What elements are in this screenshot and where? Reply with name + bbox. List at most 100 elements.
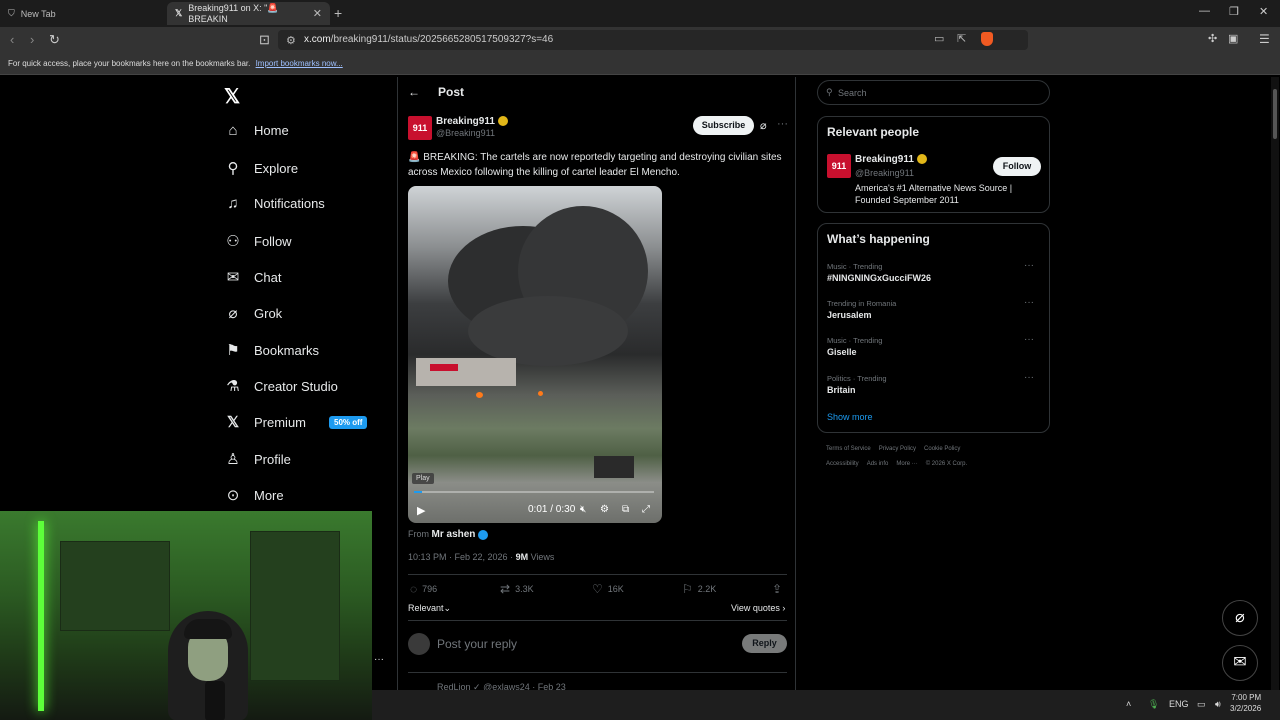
video-player[interactable]: Play ▶ 0:01 / 0:30 🔇︎ ⚙ ⧉ ⤢	[408, 186, 662, 523]
follow-button[interactable]: Follow	[993, 157, 1041, 176]
microphone-icon[interactable]: 🎙︎	[1148, 699, 1159, 710]
network-icon[interactable]: ▭	[1197, 699, 1206, 710]
nav-creator-studio[interactable]: ⚗ Creator Studio	[225, 377, 338, 395]
site-info-icon[interactable]: ⚙	[286, 34, 296, 47]
nav-bookmarks[interactable]: ⚑ Bookmarks	[225, 341, 319, 359]
close-window-icon[interactable]: ✕	[1259, 5, 1268, 18]
nav-notifications[interactable]: ♫ Notifications	[225, 195, 324, 212]
nav-chat[interactable]: ✉ Chat	[225, 268, 282, 286]
account-more-icon[interactable]: ···	[374, 654, 384, 665]
import-bookmarks-link[interactable]: Import bookmarks now...	[256, 59, 343, 68]
settings-icon[interactable]: ⚙	[600, 504, 609, 515]
mute-icon[interactable]: 🔇︎	[580, 504, 586, 515]
restore-icon[interactable]: ❐	[1229, 5, 1239, 18]
nav-follow[interactable]: ⚇ Follow	[225, 232, 292, 250]
view-quotes-label: View quotes	[731, 603, 780, 613]
source-name[interactable]: Mr ashen	[432, 529, 476, 540]
view-quotes-link[interactable]: View quotes ›	[731, 603, 785, 613]
main-column: ← Post 911 Breaking911 @Breaking911 Subs…	[397, 77, 796, 690]
footer-link[interactable]: Privacy Policy	[879, 446, 916, 452]
reader-mode-icon[interactable]: ▭	[934, 32, 944, 45]
tab-breaking911[interactable]: 𝕏 Breaking911 on X: "🚨 BREAKIN ✕	[167, 2, 330, 25]
taskbar-clock[interactable]: 7:00 PM 3/2/2026	[1230, 692, 1261, 714]
search-input[interactable]: ⚲ Search	[817, 80, 1050, 105]
author-handle[interactable]: @Breaking911	[436, 128, 495, 138]
person-name[interactable]: Breaking911	[855, 154, 927, 165]
fullscreen-icon[interactable]: ⤢	[642, 504, 650, 515]
back-icon[interactable]: ‹	[10, 32, 14, 47]
x-logo-icon[interactable]: 𝕏	[224, 84, 240, 109]
author-avatar[interactable]: 911	[408, 116, 432, 140]
menu-icon[interactable]: ☰	[1259, 32, 1270, 46]
bookmark-page-icon[interactable]: ⊡	[259, 32, 270, 48]
footer-link[interactable]: Ads info	[867, 461, 889, 467]
nav-profile[interactable]: ♙ Profile	[225, 450, 291, 468]
person-handle[interactable]: @Breaking911	[855, 168, 914, 178]
page-scrollbar[interactable]	[1271, 77, 1279, 690]
extensions-icon[interactable]: ✣	[1208, 32, 1217, 45]
grok-float-button[interactable]: ⌀	[1222, 600, 1258, 636]
browser-tab-bar: ⛉ New Tab 𝕏 Breaking911 on X: "🚨 BREAKIN…	[0, 0, 1280, 27]
close-tab-icon[interactable]: ✕	[313, 7, 322, 20]
footer-link[interactable]: Accessibility	[826, 461, 859, 467]
webcam-overlay	[0, 511, 372, 720]
trend-item[interactable]: Trending in Romania Jerusalem	[827, 299, 896, 320]
trend-item[interactable]: Music · Trending Giselle	[827, 336, 882, 357]
tab-new-tab[interactable]: ⛉ New Tab	[0, 2, 165, 25]
tray-chevron-icon[interactable]: ˄	[1126, 699, 1131, 709]
trend-item[interactable]: Music · Trending #NINGNINGxGucciFW26	[827, 262, 931, 283]
trend-more-icon[interactable]: ···	[1024, 372, 1034, 383]
card-title: Relevant people	[827, 125, 920, 139]
video-progress-bar[interactable]	[414, 491, 654, 493]
reply-input[interactable]: Post your reply	[437, 637, 517, 651]
nav-grok[interactable]: ⌀ Grok	[225, 304, 282, 322]
like-button[interactable]: ♡ 16K	[592, 582, 624, 596]
x-logo-icon: 𝕏	[175, 8, 183, 18]
reply-button[interactable]: Reply	[742, 634, 787, 653]
volume-icon[interactable]: 🔊︎	[1215, 699, 1221, 710]
webcam-cabinet	[60, 541, 170, 631]
new-tab-button[interactable]: +	[334, 5, 342, 21]
nav-explore[interactable]: ⚲ Explore	[225, 159, 299, 177]
repost-button[interactable]: ⇄ 3.3K	[500, 582, 534, 596]
nav-label: Follow	[254, 233, 292, 249]
more-circle-icon: ⊙	[226, 487, 240, 504]
footer-link[interactable]: Cookie Policy	[924, 446, 960, 452]
forward-icon[interactable]: ›	[30, 32, 34, 47]
person-avatar[interactable]: 911	[827, 154, 851, 178]
minimize-icon[interactable]: —	[1199, 5, 1210, 17]
author-name[interactable]: Breaking911	[436, 116, 508, 127]
next-reply-preview[interactable]: RedLion ✓ @exlaws24 · Feb 23	[437, 682, 566, 690]
more-options-icon[interactable]: ···	[777, 118, 788, 130]
trend-item[interactable]: Politics · Trending Britain	[827, 374, 887, 395]
footer-link[interactable]: Terms of Service	[826, 446, 871, 452]
subscribe-button[interactable]: Subscribe	[693, 116, 754, 135]
back-arrow-icon[interactable]: ←	[408, 85, 420, 99]
sort-replies-dropdown[interactable]: Relevant⌄	[408, 603, 451, 614]
reply-count-button[interactable]: ◌ 796	[410, 582, 437, 596]
footer-link[interactable]: More ···	[896, 461, 917, 467]
reload-icon[interactable]: ↻	[49, 32, 60, 48]
show-more-link[interactable]: Show more	[827, 412, 873, 422]
play-icon[interactable]: ▶	[417, 504, 425, 517]
pip-icon[interactable]: ⧉	[622, 504, 629, 515]
trend-more-icon[interactable]: ···	[1024, 334, 1034, 345]
bell-icon: ♫	[227, 195, 239, 212]
wallet-icon[interactable]: ▣	[1228, 32, 1238, 45]
messages-float-button[interactable]: ✉	[1222, 645, 1258, 681]
brave-shield-icon[interactable]	[981, 32, 993, 46]
user-avatar[interactable]	[408, 633, 430, 655]
post-timestamp[interactable]: 10:13 PM · Feb 22, 2026 ·	[408, 552, 516, 562]
nav-home[interactable]: ⌂ Home	[225, 122, 288, 139]
grok-icon[interactable]: ⌀	[760, 119, 767, 132]
nav-premium[interactable]: 𝕏 Premium 50% off	[225, 413, 368, 431]
language-indicator[interactable]: ENG	[1169, 699, 1189, 709]
trend-more-icon[interactable]: ···	[1024, 297, 1034, 308]
share-icon[interactable]: ⇱	[957, 32, 966, 45]
scrollbar-thumb[interactable]	[1273, 89, 1277, 139]
url-bar[interactable]: ⚙ x.com/breaking911/status/2025665280517…	[278, 30, 1028, 50]
nav-more[interactable]: ⊙ More	[225, 486, 284, 504]
trend-more-icon[interactable]: ···	[1024, 260, 1034, 271]
bookmark-button[interactable]: ⚐ 2.2K	[682, 582, 716, 596]
share-button[interactable]: ⇪	[772, 582, 782, 596]
